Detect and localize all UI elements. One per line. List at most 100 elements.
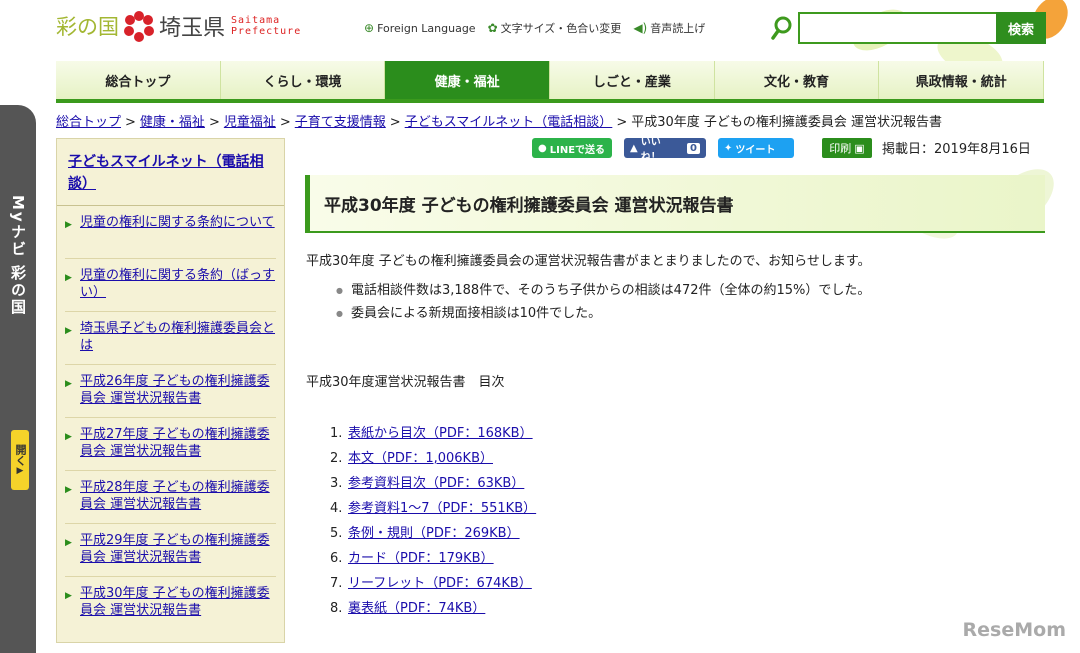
breadcrumb-link[interactable]: 子育て支援情報 (295, 115, 386, 130)
nav-kurashi[interactable]: くらし・環境 (220, 61, 386, 99)
tweet-label: ツイート (735, 144, 776, 156)
logo-en-line2: Prefecture (231, 26, 302, 37)
list-item: ▶ 平成30年度 子どもの権利擁護委員会 運営状況報告書 (65, 577, 276, 630)
local-nav-list: ▶ 児童の権利に関する条約について ▶ 児童の権利に関する条約（ばっすい） ▶ 埼玉県… (57, 206, 284, 630)
speech-label: 音声読上げ (650, 22, 706, 35)
resemom-watermark: ReseMom (962, 619, 1066, 641)
arrow-icon: ▶ (65, 273, 72, 283)
breadcrumb-link[interactable]: 児童福祉 (224, 115, 276, 130)
list-item: 委員会による新規面接相談は10件でした。 (336, 302, 1046, 321)
toc-item: 6. カード（PDF：179KB） (330, 547, 1046, 566)
toc-num: 7. (330, 576, 343, 591)
summary-list: 電話相談件数は3,188件で、そのうち子供からの相談は472件（全体の約15%）… (336, 279, 1046, 321)
toc-num: 5. (330, 526, 343, 541)
breadcrumb-sep: > (616, 115, 628, 130)
line-icon: ● (538, 142, 547, 154)
globe-icon: ⊕ (364, 21, 375, 35)
site-logo[interactable]: 彩の国 埼玉県 Saitama Prefecture (56, 10, 301, 42)
pdf-link[interactable]: 参考資料目次（PDF：63KB） (348, 476, 524, 491)
nav-kenko[interactable]: 健康・福祉 (385, 61, 551, 99)
local-nav-link[interactable]: 埼玉県子どもの権利擁護委員会とは (80, 320, 276, 357)
nav-bunka[interactable]: 文化・教育 (714, 61, 880, 99)
page-title: 平成30年度 子どもの権利擁護委員会 運営状況報告書 (305, 175, 1045, 233)
toc-list: 1. 表紙から目次（PDF：168KB） 2. 本文（PDF：1,006KB） 3.… (330, 422, 1046, 616)
list-item: ▶ 平成28年度 子どもの権利擁護委員会 運営状況報告書 (65, 471, 276, 524)
print-button[interactable]: 印刷 ▣ (822, 138, 872, 158)
toc-item: 7. リーフレット（PDF：674KB） (330, 572, 1046, 591)
triangle-right-icon: ▶ (15, 466, 25, 476)
thumbs-up-icon: ▲ (630, 142, 638, 154)
foreign-language-link[interactable]: ⊕ Foreign Language (364, 21, 476, 35)
print-label: 印刷 (829, 142, 852, 155)
breadcrumb-link[interactable]: 総合トップ (56, 115, 121, 130)
line-share-button[interactable]: ● LINEで送る (532, 138, 612, 158)
search-button[interactable]: 検索 (996, 12, 1046, 44)
arrow-icon: ▶ (65, 220, 72, 230)
list-item: ▶ 埼玉県子どもの権利擁護委員会とは (65, 312, 276, 365)
breadcrumb: 総合トップ > 健康・福祉 > 児童福祉 > 子育て支援情報 > 子どもスマイルネット（電話相談… (56, 111, 942, 130)
toc-item: 8. 裏表紙（PDF：74KB） (330, 597, 1046, 616)
mynavi-open-button[interactable]: 開く ▶ (11, 430, 29, 490)
line-label: LINEで送る (549, 144, 606, 156)
list-item: ▶ 平成26年度 子どもの権利擁護委員会 運営状況報告書 (65, 365, 276, 418)
local-nav-link[interactable]: 平成29年度 子どもの権利擁護委員会 運営状況報告書 (80, 532, 276, 569)
speaker-icon: ◀) (633, 21, 648, 35)
foreign-language-label: Foreign Language (377, 21, 476, 35)
nav-shigoto[interactable]: しごと・産業 (550, 61, 715, 99)
toc-item: 2. 本文（PDF：1,006KB） (330, 447, 1046, 466)
toc-num: 2. (330, 451, 343, 466)
breadcrumb-current: 平成30年度 子どもの権利擁護委員会 運営状況報告書 (631, 115, 943, 130)
local-nav-link[interactable]: 児童の権利に関する条約（ばっすい） (80, 267, 276, 304)
like-label: いいね！ (640, 137, 661, 163)
pdf-link[interactable]: 条例・規則（PDF：269KB） (348, 526, 520, 541)
nav-kensei[interactable]: 県政情報・統計 (879, 61, 1045, 99)
local-nav: 子どもスマイルネット（電話相談） ▶ 児童の権利に関する条約について ▶ 児童の権利… (56, 138, 285, 643)
pdf-link[interactable]: 裏表紙（PDF：74KB） (348, 601, 485, 616)
font-color-link[interactable]: ✿ 文字サイズ・色合い変更 (488, 20, 622, 36)
logo-sainokuni: 彩の国 (56, 15, 119, 39)
list-item: ▶ 児童の権利に関する条約（ばっすい） (65, 259, 276, 312)
twitter-bird-icon: ✦ (724, 142, 733, 154)
global-nav: 総合トップ くらし・環境 健康・福祉 しごと・産業 文化・教育 県政情報・統計 (56, 61, 1045, 103)
breadcrumb-sep: > (125, 115, 136, 130)
local-nav-link[interactable]: 児童の権利に関する条約について (80, 214, 275, 251)
mynavi-open-label: 開く (14, 444, 27, 466)
pdf-link[interactable]: リーフレット（PDF：674KB） (348, 576, 532, 591)
mynavi-side-tab[interactable]: Myナビ 彩の国 開く ▶ (0, 105, 36, 653)
breadcrumb-sep: > (389, 115, 401, 130)
local-nav-link[interactable]: 平成28年度 子どもの権利擁護委員会 運営状況報告書 (80, 479, 276, 516)
speech-link[interactable]: ◀) 音声読上げ (633, 20, 705, 36)
logo-en: Saitama Prefecture (231, 15, 301, 37)
like-count: 0 (687, 142, 700, 154)
local-nav-link[interactable]: 平成30年度 子どもの権利擁護委員会 運営状況報告書 (80, 585, 276, 623)
arrow-icon: ▶ (65, 432, 72, 442)
local-nav-link[interactable]: 平成27年度 子どもの権利擁護委員会 運営状況報告書 (80, 426, 276, 463)
breadcrumb-link[interactable]: 子どもスマイルネット（電話相談） (405, 115, 613, 130)
list-item: ▶ 平成29年度 子どもの権利擁護委員会 運営状況報告書 (65, 524, 276, 577)
nav-top[interactable]: 総合トップ (56, 61, 221, 99)
facebook-like-button[interactable]: ▲ いいね！ 0 (624, 137, 706, 163)
logo-en-line1: Saitama (231, 15, 281, 26)
pdf-link[interactable]: カード（PDF：179KB） (348, 551, 494, 566)
list-item: ▶ 平成27年度 子どもの権利擁護委員会 運営状況報告書 (65, 418, 276, 471)
toc-num: 6. (330, 551, 343, 566)
local-nav-head-link[interactable]: 子どもスマイルネット（電話相談） (68, 154, 264, 192)
tweet-button[interactable]: ✦ ツイート (718, 138, 794, 158)
pdf-link[interactable]: 参考資料1〜7（PDF：551KB） (348, 501, 536, 516)
search-input[interactable] (798, 12, 996, 44)
arrow-icon: ▶ (65, 538, 72, 548)
breadcrumb-sep: > (208, 115, 220, 130)
breadcrumb-link[interactable]: 健康・福祉 (140, 115, 205, 130)
local-nav-link[interactable]: 平成26年度 子どもの権利擁護委員会 運営状況報告書 (80, 373, 276, 410)
pdf-link[interactable]: 本文（PDF：1,006KB） (348, 451, 493, 466)
list-item: 電話相談件数は3,188件で、そのうち子供からの相談は472件（全体の約15%）… (336, 279, 1046, 298)
pdf-link[interactable]: 表紙から目次（PDF：168KB） (348, 426, 533, 441)
intro-text: 平成30年度 子どもの権利擁護委員会の運営状況報告書がまとまりましたので、お知ら… (306, 254, 871, 269)
logo-ken: 埼玉県 (159, 16, 226, 41)
toc-item: 5. 条例・規則（PDF：269KB） (330, 522, 1046, 541)
toc-item: 4. 参考資料1〜7（PDF：551KB） (330, 497, 1046, 516)
search-icon (771, 16, 792, 40)
arrow-icon: ▶ (65, 326, 72, 336)
gear-icon: ✿ (487, 21, 498, 35)
toc-title: 平成30年度運営状況報告書 目次 (306, 375, 505, 390)
